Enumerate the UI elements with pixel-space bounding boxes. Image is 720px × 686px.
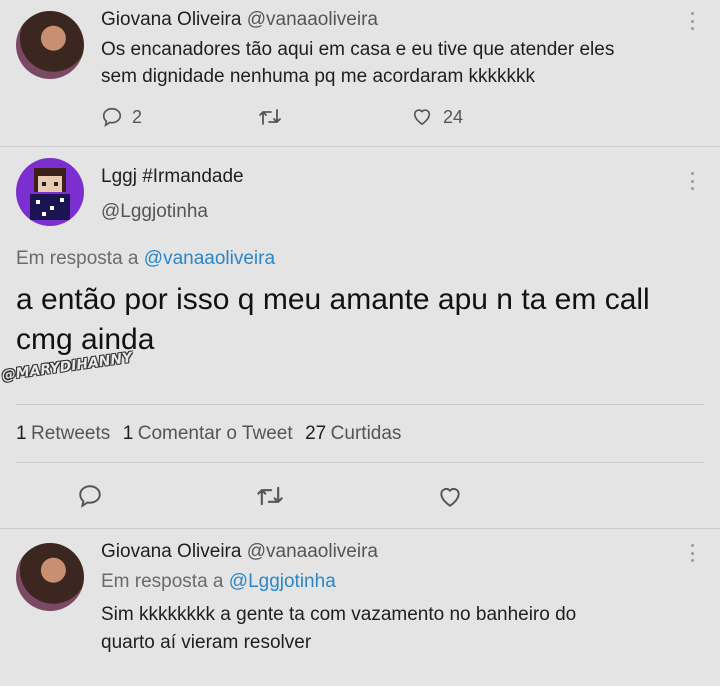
like-icon[interactable] [411,106,433,126]
retweets-label: Retweets [31,423,111,444]
avatar-giovana[interactable] [16,11,84,79]
author-name[interactable]: Giovana Oliveira [101,9,241,30]
tweet-header: Giovana Oliveira @vanaaoliveira [101,9,378,31]
more-options-icon[interactable] [690,544,694,562]
author-name[interactable]: Lggj #Irmandade [101,166,244,188]
reply-icon[interactable] [77,483,103,509]
tweet-text-line: sem dignidade nenhuma pq me acordaram kk… [101,66,536,87]
author-handle[interactable]: @vanaaoliveira [247,9,378,30]
tweet-header: Giovana Oliveira @vanaaoliveira [101,541,378,563]
retweets-stat[interactable]: 1 Retweets [16,423,115,444]
divider [16,404,704,405]
retweet-icon[interactable] [258,107,282,127]
divider [0,146,720,147]
tweet-stats: 1 Retweets 1 Comentar o Tweet 27 Curtida… [16,423,401,445]
divider [0,528,720,529]
reply-icon[interactable] [101,106,123,128]
reply-prefix: Em resposta a [101,571,224,592]
more-options-icon[interactable] [690,172,694,190]
tweet-text-line: Os encanadores tão aqui em casa e eu tiv… [101,39,615,60]
tweet-text-line: Sim kkkkkkkk a gente ta com vazamento no… [101,604,577,625]
reply-count: 2 [132,107,143,127]
comments-count: 1 [122,423,134,444]
likes-stat[interactable]: 27 Curtidas [305,423,402,444]
author-handle[interactable]: @vanaaoliveira [247,541,378,562]
divider [16,462,704,463]
author-name[interactable]: Giovana Oliveira [101,541,241,562]
tweet-text-line: a então por isso q meu amante apu n ta e… [16,283,650,316]
likes-count: 27 [305,423,327,444]
comments-label: Comentar o Tweet [137,423,293,444]
reply-prefix: Em resposta a [16,248,139,269]
retweet-icon[interactable] [256,484,284,508]
reply-to-link[interactable]: @Lggjotinha [229,571,336,592]
tweet-text-line: quarto aí vieram resolver [101,632,312,653]
like-icon[interactable] [437,484,463,508]
retweets-count: 1 [16,423,27,444]
likes-label: Curtidas [330,423,402,444]
tweet-text: Os encanadores tão aqui em casa e eu tiv… [101,36,614,90]
like-count: 24 [443,107,464,127]
reply-context: Em resposta a @vanaaoliveira [16,248,275,270]
reply-to-link[interactable]: @vanaaoliveira [144,248,275,269]
more-options-icon[interactable] [690,12,694,30]
comments-stat[interactable]: 1 Comentar o Tweet [122,423,297,444]
reply-context: Em resposta a @Lggjotinha [101,571,336,593]
tweet-text: Sim kkkkkkkk a gente ta com vazamento no… [101,601,576,657]
avatar-giovana[interactable] [16,543,84,611]
avatar-lggj[interactable] [16,158,84,226]
tweet-text: a então por isso q meu amante apu n ta e… [16,280,650,360]
author-handle[interactable]: @Lggjotinha [101,201,208,223]
